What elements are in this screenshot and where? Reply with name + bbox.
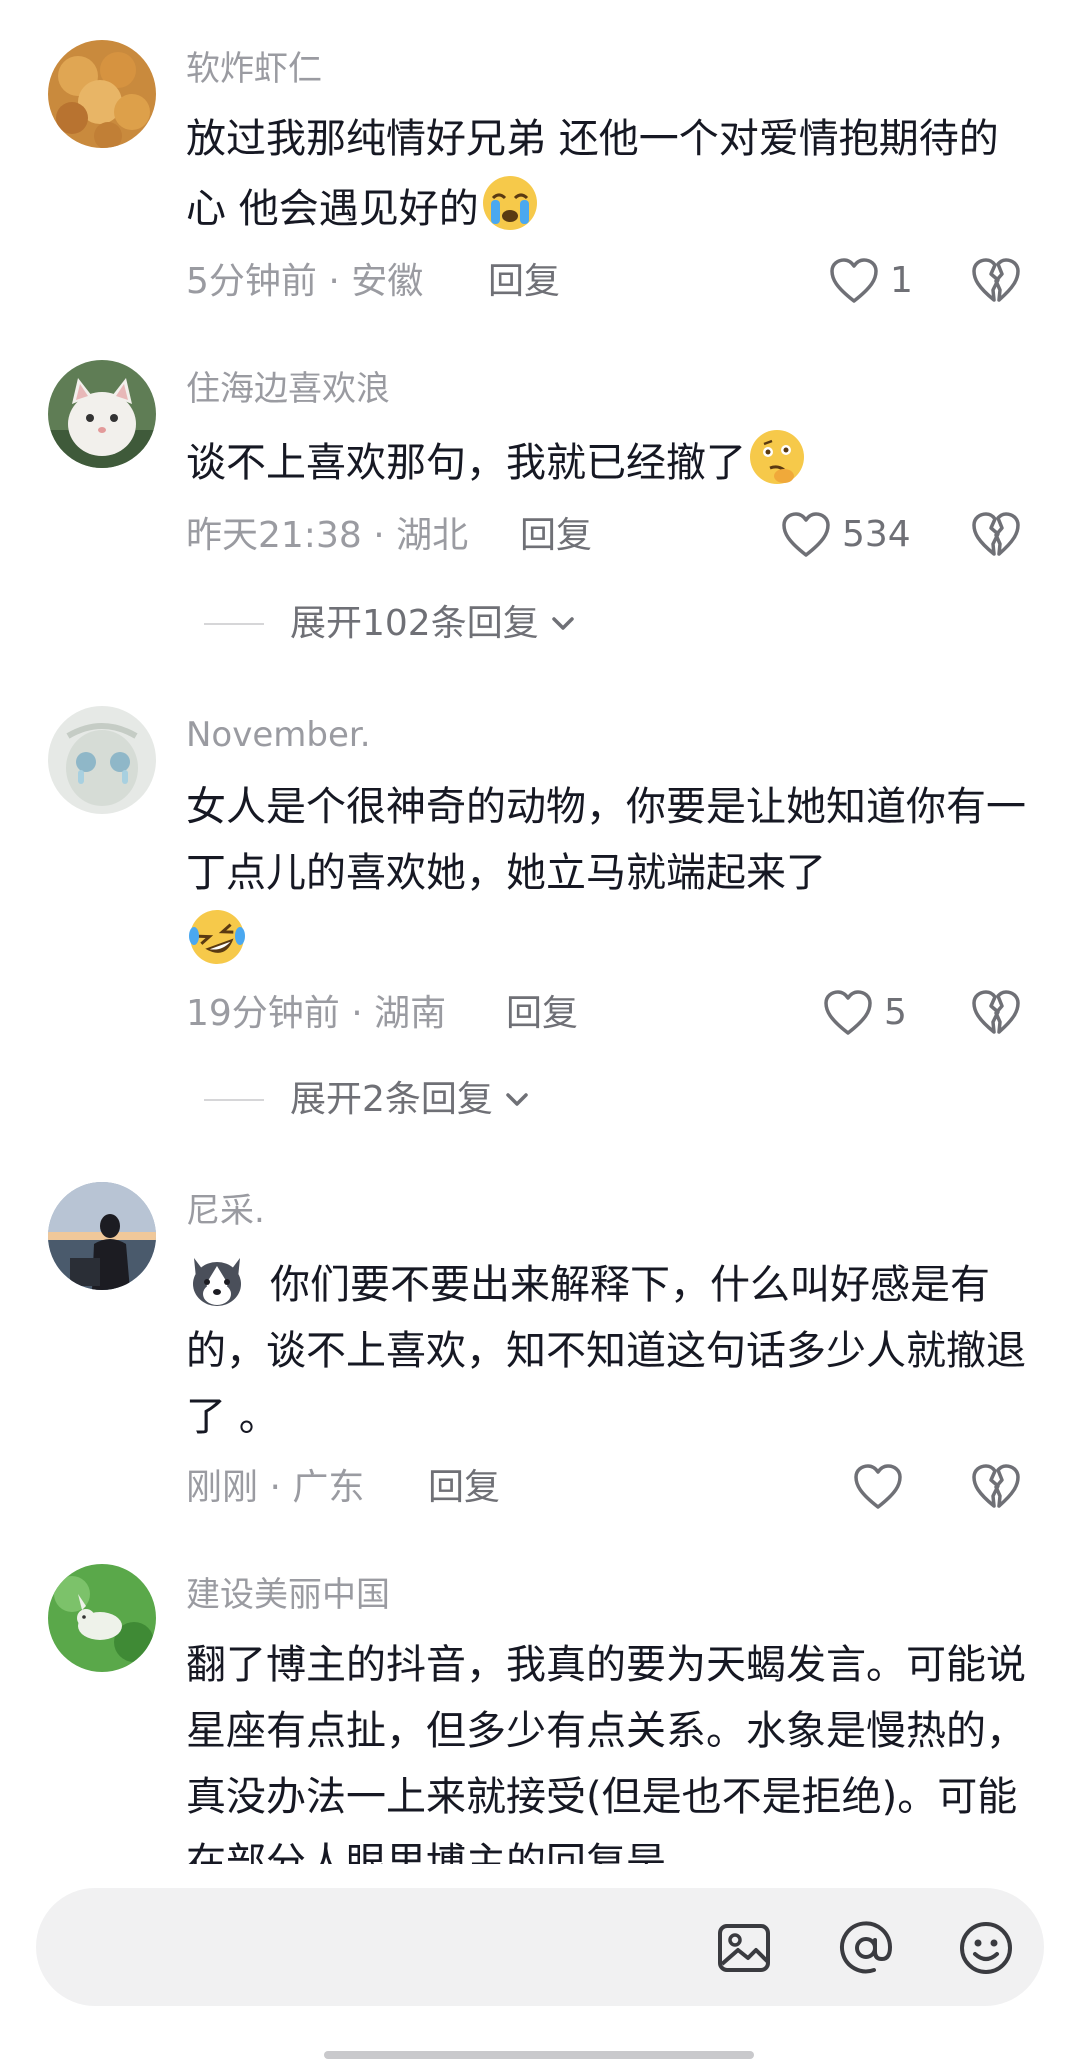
username[interactable]: 建设美丽中国 [186, 1578, 390, 1612]
comment-text-content: 翻了博主的抖音，我真的要为天蝎发言。可能说星座有点扯，但多少有点关系。水象是慢热… [186, 1642, 1026, 1864]
comment-text: 翻了博主的抖音，我真的要为天蝎发言。可能说星座有点扯，但多少有点关系。水象是慢热… [186, 1632, 1036, 1864]
image-icon[interactable] [714, 1918, 774, 1978]
emoji-icon[interactable] [956, 1918, 1016, 1978]
home-indicator [324, 2051, 754, 2059]
at-icon[interactable] [836, 1918, 896, 1978]
avatar[interactable] [48, 1564, 156, 1672]
comment-input-bar[interactable] [36, 1888, 1044, 2006]
comment-item: 建设美丽中国 翻了博主的抖音，我真的要为天蝎发言。可能说星座有点扯，但多少有点关… [0, 0, 1080, 1864]
